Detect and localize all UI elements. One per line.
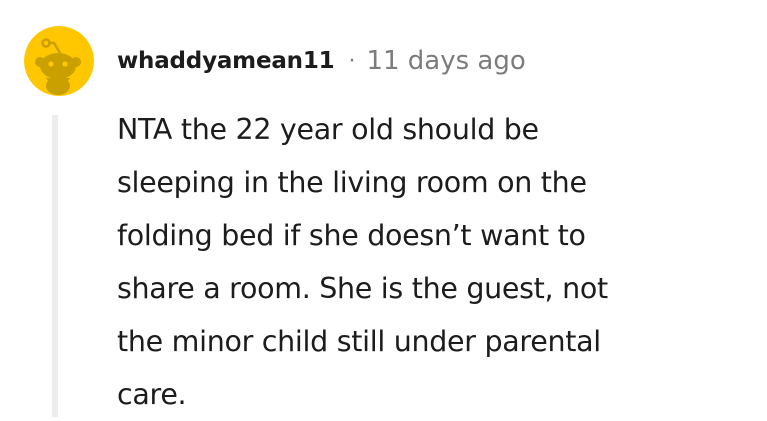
meta-separator: · (348, 48, 356, 74)
comment-timestamp[interactable]: 11 days ago (366, 46, 525, 76)
snoo-avatar-icon (24, 26, 94, 96)
thread-line[interactable] (52, 115, 58, 417)
comment: whaddyamean11 · 11 days ago NTA the 22 y… (0, 0, 767, 417)
comment-meta: whaddyamean11 · 11 days ago (117, 42, 526, 80)
comment-body: NTA the 22 year old should be sleeping i… (117, 113, 608, 411)
author-username[interactable]: whaddyamean11 (117, 48, 335, 74)
avatar[interactable] (24, 26, 94, 96)
